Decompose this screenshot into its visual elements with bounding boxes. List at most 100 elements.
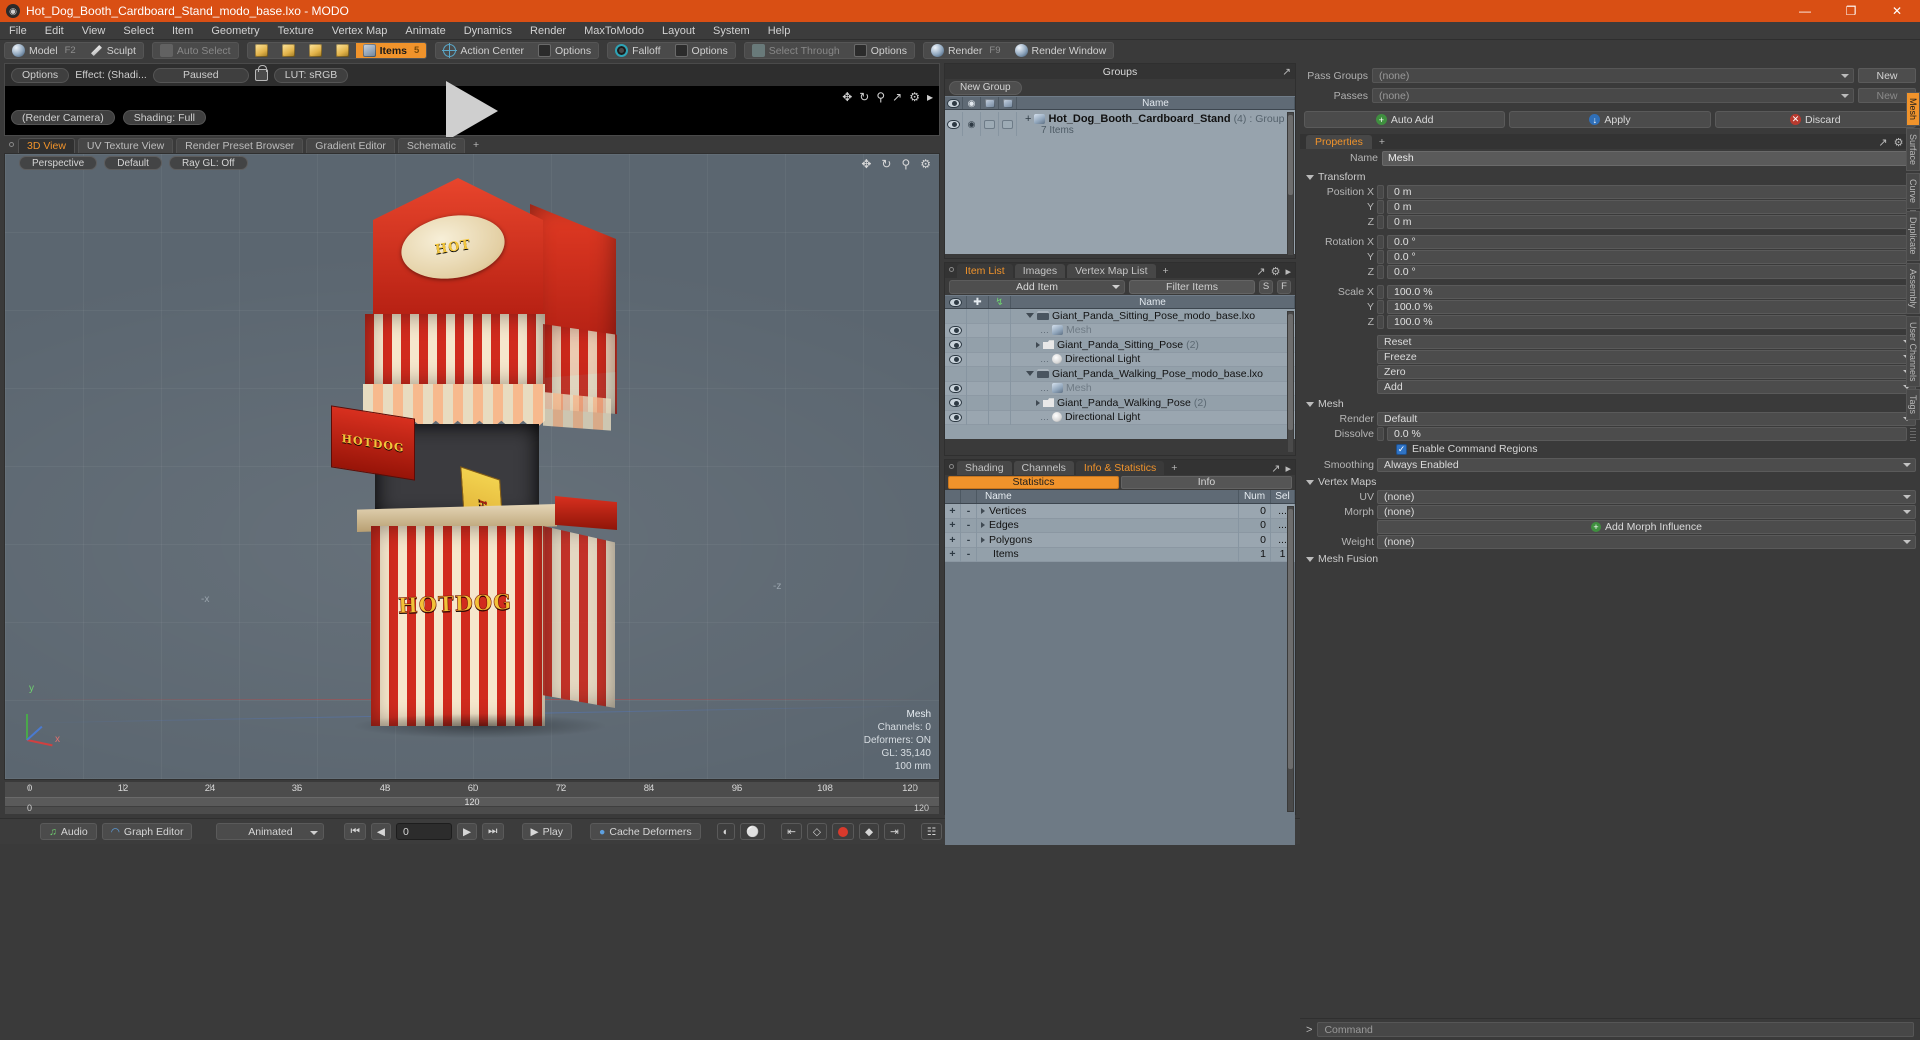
morph-dropdown[interactable]: (none) bbox=[1377, 504, 1916, 519]
statistics-table-body[interactable]: + - Vertices 0 ... + - Edges 0 ... + - P… bbox=[945, 504, 1295, 845]
mute-button[interactable]: ⚪ bbox=[739, 823, 766, 840]
tab-shading[interactable]: Shading bbox=[957, 461, 1012, 475]
item-list-add-tab[interactable]: + bbox=[1158, 264, 1174, 278]
auto-select-button[interactable]: Auto Select bbox=[153, 43, 238, 58]
expander-right-icon[interactable] bbox=[981, 522, 985, 529]
preview-paused-button[interactable]: Paused bbox=[152, 67, 249, 83]
vtab-curve[interactable]: Curve bbox=[1906, 173, 1920, 210]
scale-y-toggle[interactable] bbox=[1377, 299, 1384, 314]
groups-col-shape2[interactable] bbox=[999, 97, 1017, 109]
minimize-button[interactable]: — bbox=[1782, 0, 1828, 22]
menu-geometry[interactable]: Geometry bbox=[202, 22, 268, 40]
command-input[interactable]: Command bbox=[1317, 1022, 1914, 1037]
vtab-surface[interactable]: Surface bbox=[1906, 128, 1920, 172]
properties-add-tab[interactable]: + bbox=[1375, 135, 1389, 149]
render-preview-canvas[interactable]: (Render Camera) Shading: Full ✥ ↻ ⚲ ↗ ⚙ … bbox=[5, 80, 939, 141]
list-item[interactable]: … Mesh bbox=[945, 323, 1295, 338]
menu-item[interactable]: Item bbox=[163, 22, 202, 40]
expand-icon[interactable]: ↗ bbox=[892, 90, 902, 104]
item-list-gear-icon[interactable]: ⚙ bbox=[1271, 265, 1281, 278]
row-add-button[interactable]: + bbox=[945, 504, 961, 518]
weight-dropdown[interactable]: (none) bbox=[1377, 534, 1916, 549]
current-frame-input[interactable]: 0 bbox=[395, 823, 452, 840]
vtab-user-channels[interactable]: User Channels bbox=[1906, 315, 1920, 388]
viewport-zoom-icon[interactable]: ⚲ bbox=[901, 157, 910, 171]
position-y-toggle[interactable] bbox=[1377, 199, 1384, 214]
list-item[interactable]: … Mesh bbox=[945, 381, 1295, 396]
tab-images[interactable]: Images bbox=[1014, 264, 1066, 278]
row-name-cell[interactable]: Edges bbox=[977, 518, 1239, 533]
shading-button[interactable]: Shading: Full bbox=[122, 110, 206, 125]
position-x-input[interactable]: 0 m bbox=[1387, 184, 1907, 199]
rotation-z-toggle[interactable] bbox=[1377, 264, 1384, 279]
select-through-options-button[interactable]: Options bbox=[847, 43, 914, 58]
col-sel[interactable]: Sel bbox=[1271, 490, 1295, 503]
tab-schematic[interactable]: Schematic bbox=[397, 138, 465, 153]
tab-properties[interactable]: Properties bbox=[1306, 135, 1372, 149]
row-add-button[interactable]: + bbox=[945, 547, 961, 562]
new-group-button[interactable]: New Group bbox=[949, 80, 1022, 95]
groups-table-body[interactable]: ◉ + Hot_Dog_Booth_Cardboard_Stand (4) : … bbox=[945, 110, 1295, 254]
menu-animate[interactable]: Animate bbox=[396, 22, 454, 40]
previous-frame-button[interactable]: ◀ bbox=[370, 823, 391, 840]
statistics-expand-icon[interactable]: ↗ bbox=[1271, 462, 1280, 475]
filter-s-button[interactable]: S bbox=[1259, 279, 1273, 294]
expander-down-icon[interactable] bbox=[1026, 371, 1034, 377]
move-icon[interactable]: ✥ bbox=[842, 90, 852, 104]
go-to-end-button[interactable]: ⏭ bbox=[482, 823, 504, 840]
viewport-gear-icon[interactable]: ⚙ bbox=[920, 157, 931, 171]
subtab-info[interactable]: Info bbox=[1121, 476, 1292, 489]
position-z-toggle[interactable] bbox=[1377, 214, 1384, 229]
group-expander-icon[interactable]: + bbox=[1025, 113, 1031, 125]
menu-render[interactable]: Render bbox=[521, 22, 575, 40]
rotation-y-toggle[interactable] bbox=[1377, 249, 1384, 264]
falloff-button[interactable]: Falloff bbox=[608, 43, 667, 58]
sculpt-mode-button[interactable]: Sculpt bbox=[83, 43, 143, 58]
freeze-dropdown[interactable]: Freeze bbox=[1377, 349, 1916, 364]
col-num[interactable]: Num bbox=[1239, 490, 1271, 503]
hot-dog-booth-model[interactable]: HOT HOTDOG HOTDOG bbox=[331, 174, 665, 754]
row-eye-icon[interactable] bbox=[949, 398, 962, 408]
row-name-cell[interactable]: Items bbox=[977, 547, 1239, 562]
item-col-name[interactable]: Name bbox=[1011, 296, 1295, 308]
vertex-maps-section-header[interactable]: Vertex Maps bbox=[1300, 475, 1920, 489]
rotation-x-toggle[interactable] bbox=[1377, 234, 1384, 249]
scale-x-toggle[interactable] bbox=[1377, 284, 1384, 299]
add-item-button[interactable]: Add Item bbox=[949, 279, 1125, 294]
edge-mode-button[interactable] bbox=[275, 43, 302, 58]
item-name-cell[interactable]: Giant_Panda_Sitting_Pose_modo_base.lxo bbox=[1011, 310, 1295, 322]
passes-select[interactable]: (none) bbox=[1372, 88, 1854, 103]
tab-bar-handle[interactable] bbox=[9, 142, 14, 147]
vtab-assembly[interactable]: Assembly bbox=[1906, 262, 1920, 314]
play-triangle-icon[interactable] bbox=[446, 80, 498, 141]
tab-item-list[interactable]: Item List bbox=[957, 264, 1013, 278]
expander-right-icon[interactable] bbox=[1036, 341, 1040, 348]
close-button[interactable]: ✕ bbox=[1874, 0, 1920, 22]
render-button[interactable]: Render F9 bbox=[924, 43, 1008, 58]
mesh-fusion-section-header[interactable]: Mesh Fusion bbox=[1300, 552, 1920, 566]
subtab-statistics[interactable]: Statistics bbox=[948, 476, 1119, 489]
scale-z-input[interactable]: 100.0 % bbox=[1387, 314, 1907, 329]
list-item[interactable]: Giant_Panda_Walking_Pose_modo_base.lxo bbox=[945, 366, 1295, 382]
auto-add-button[interactable]: + Auto Add bbox=[1304, 111, 1506, 128]
menu-file[interactable]: File bbox=[0, 22, 36, 40]
groups-col-eye[interactable] bbox=[945, 97, 963, 109]
menu-view[interactable]: View bbox=[73, 22, 115, 40]
preview-lut-button[interactable]: LUT: sRGB bbox=[273, 67, 349, 83]
timeline-range-bar[interactable]: 120 bbox=[5, 797, 939, 807]
expander-right-icon[interactable] bbox=[981, 536, 985, 543]
vtab-tags[interactable]: Tags bbox=[1906, 389, 1920, 421]
menu-maxtomodo[interactable]: MaxToModo bbox=[575, 22, 653, 40]
animation-mode-select[interactable]: Animated bbox=[216, 823, 325, 840]
statistics-tab-handle[interactable] bbox=[949, 464, 954, 469]
row-remove-button[interactable]: - bbox=[961, 532, 977, 547]
groups-col-shape1[interactable] bbox=[981, 97, 999, 109]
expander-right-icon[interactable] bbox=[981, 507, 985, 514]
groups-scrollbar[interactable] bbox=[1287, 112, 1294, 256]
channel-set-button[interactable]: ☷ bbox=[920, 823, 943, 840]
table-row[interactable]: ◉ + Hot_Dog_Booth_Cardboard_Stand (4) : … bbox=[945, 110, 1295, 136]
col-name[interactable]: Name bbox=[977, 490, 1239, 503]
table-row[interactable]: + - Items 1 1 bbox=[945, 547, 1295, 562]
render-camera-button[interactable]: (Render Camera) bbox=[11, 110, 115, 125]
preview-effect-label[interactable]: Effect: (Shadi... bbox=[75, 69, 147, 81]
